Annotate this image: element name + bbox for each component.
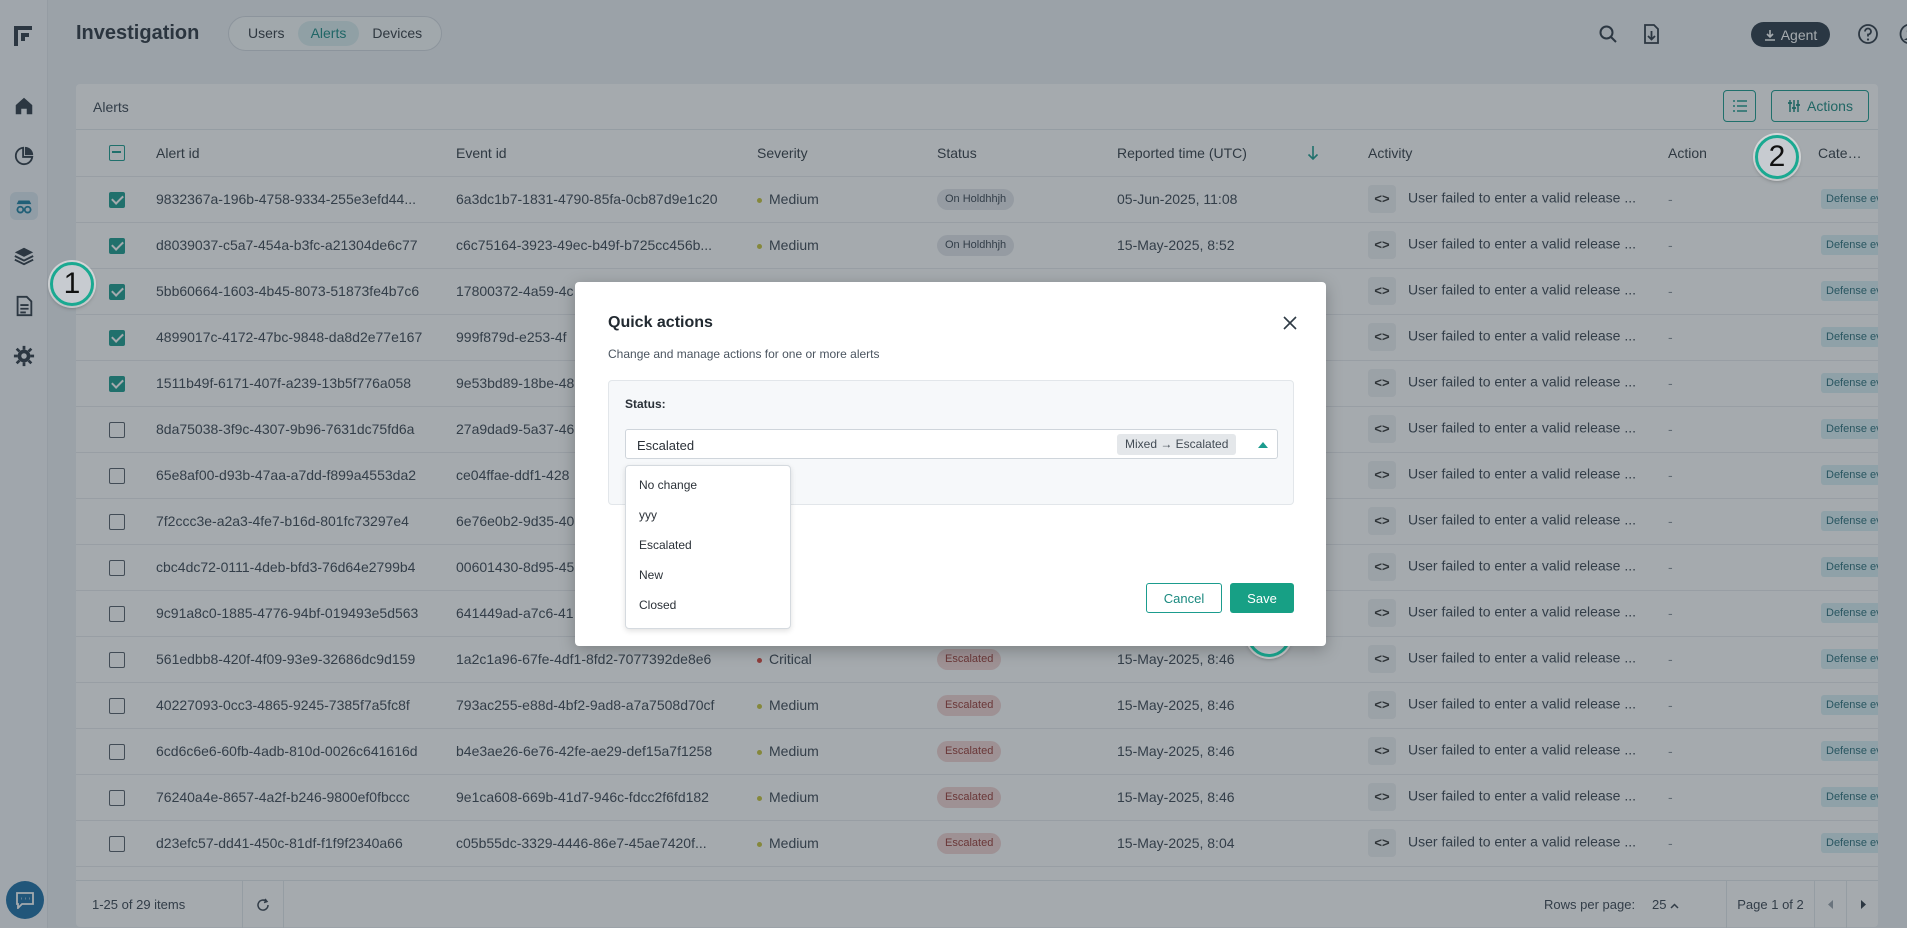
status-select[interactable]: Escalated Mixed → Escalated bbox=[625, 429, 1278, 459]
caret-up-icon[interactable] bbox=[1258, 442, 1268, 448]
callout-marker-2: 2 bbox=[1755, 135, 1799, 179]
status-option-escalated[interactable]: Escalated bbox=[626, 530, 790, 560]
status-option-closed[interactable]: Closed bbox=[626, 590, 790, 620]
dialog-title: Quick actions bbox=[608, 314, 713, 331]
save-button[interactable]: Save bbox=[1230, 583, 1294, 613]
status-select-value: Escalated bbox=[637, 438, 695, 453]
change-preview-badge: Mixed → Escalated bbox=[1117, 434, 1237, 455]
dialog-subtitle: Change and manage actions for one or mor… bbox=[608, 347, 880, 361]
close-icon[interactable] bbox=[1280, 313, 1300, 333]
status-option-yyy[interactable]: yyy bbox=[626, 500, 790, 530]
status-option-no-change[interactable]: No change bbox=[626, 470, 790, 500]
status-label: Status: bbox=[625, 397, 666, 411]
cancel-button[interactable]: Cancel bbox=[1146, 583, 1222, 613]
status-option-new[interactable]: New bbox=[626, 560, 790, 590]
callout-marker-1: 1 bbox=[50, 262, 94, 306]
status-dropdown-menu: No change yyy Escalated New Closed bbox=[625, 465, 791, 629]
